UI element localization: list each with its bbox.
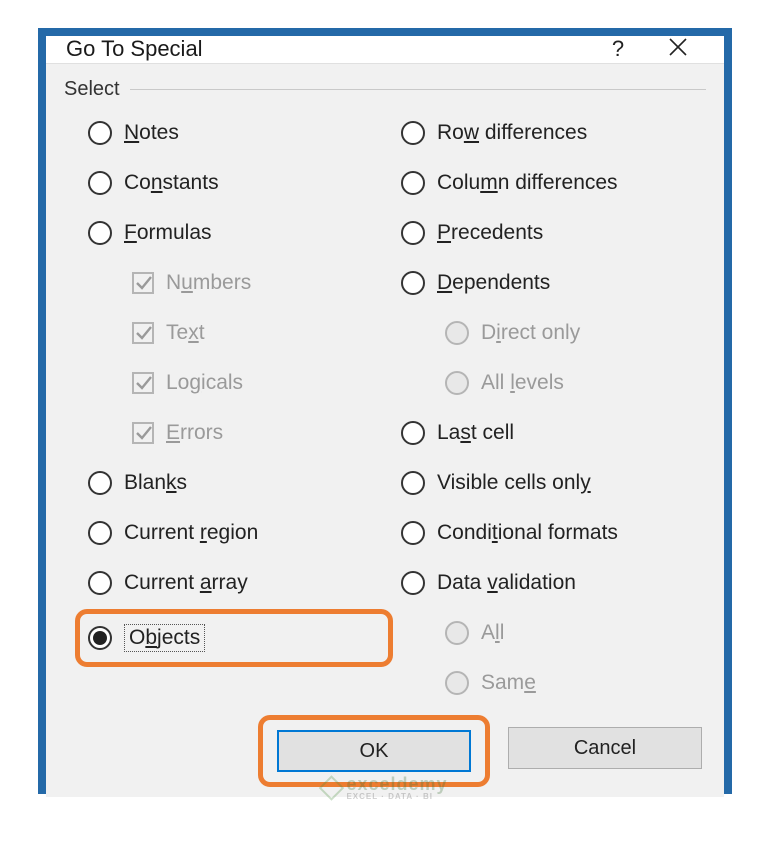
option-right-11: Same bbox=[401, 659, 706, 707]
option-left-9[interactable]: Current array bbox=[88, 559, 393, 607]
option-label: Last cell bbox=[437, 421, 514, 445]
radio-icon bbox=[88, 121, 112, 145]
dialog-content: Select Notes Constants Formulas Numbers Text… bbox=[46, 63, 724, 797]
option-left-1[interactable]: Constants bbox=[88, 159, 393, 207]
option-label: Objects bbox=[124, 624, 205, 652]
option-right-0[interactable]: Row differences bbox=[401, 109, 706, 157]
option-label: Column differences bbox=[437, 171, 618, 195]
radio-icon bbox=[401, 571, 425, 595]
option-label: Numbers bbox=[166, 271, 251, 295]
option-label: Logicals bbox=[166, 371, 243, 395]
watermark-subtext: EXCEL · DATA · BI bbox=[346, 792, 447, 801]
titlebar: Go To Special ? bbox=[46, 36, 724, 63]
checkbox-icon bbox=[132, 372, 154, 394]
option-label: Constants bbox=[124, 171, 219, 195]
radio-icon bbox=[401, 171, 425, 195]
option-right-10: All bbox=[401, 609, 706, 657]
option-label: Errors bbox=[166, 421, 223, 445]
option-left-7[interactable]: Blanks bbox=[88, 459, 393, 507]
ok-button[interactable]: OK bbox=[277, 730, 471, 772]
radio-icon bbox=[445, 671, 469, 695]
radio-icon bbox=[401, 221, 425, 245]
option-label: Direct only bbox=[481, 321, 580, 345]
option-left-10[interactable]: Objects bbox=[75, 609, 393, 667]
option-left-3: Numbers bbox=[88, 259, 393, 307]
option-right-7[interactable]: Visible cells only bbox=[401, 459, 706, 507]
option-left-8[interactable]: Current region bbox=[88, 509, 393, 557]
option-left-0[interactable]: Notes bbox=[88, 109, 393, 157]
options-column-right: Row differences Column differences Precede… bbox=[393, 109, 706, 707]
option-label: Conditional formats bbox=[437, 521, 618, 545]
option-right-9[interactable]: Data validation bbox=[401, 559, 706, 607]
cancel-button[interactable]: Cancel bbox=[508, 727, 702, 769]
option-label: All bbox=[481, 621, 504, 645]
ok-button-label: OK bbox=[360, 740, 389, 763]
radio-icon bbox=[88, 471, 112, 495]
group-header: Select bbox=[64, 78, 706, 101]
radio-icon bbox=[445, 371, 469, 395]
radio-icon bbox=[401, 471, 425, 495]
help-button[interactable]: ? bbox=[588, 36, 648, 62]
group-label: Select bbox=[64, 78, 130, 101]
dialog-title: Go To Special bbox=[66, 36, 588, 62]
option-right-2[interactable]: Precedents bbox=[401, 209, 706, 257]
radio-icon bbox=[401, 521, 425, 545]
radio-icon bbox=[401, 121, 425, 145]
option-label: Data validation bbox=[437, 571, 576, 595]
option-label: Current array bbox=[124, 571, 248, 595]
option-right-3[interactable]: Dependents bbox=[401, 259, 706, 307]
option-label: Notes bbox=[124, 121, 179, 145]
option-right-8[interactable]: Conditional formats bbox=[401, 509, 706, 557]
option-right-1[interactable]: Column differences bbox=[401, 159, 706, 207]
option-label: All levels bbox=[481, 371, 564, 395]
option-label: Text bbox=[166, 321, 205, 345]
ok-highlight: OK bbox=[258, 715, 490, 787]
option-right-6[interactable]: Last cell bbox=[401, 409, 706, 457]
option-label: Precedents bbox=[437, 221, 543, 245]
option-left-4: Text bbox=[88, 309, 393, 357]
radio-icon bbox=[445, 321, 469, 345]
option-label: Same bbox=[481, 671, 536, 695]
group-divider bbox=[130, 89, 706, 90]
radio-icon bbox=[88, 171, 112, 195]
checkbox-icon bbox=[132, 322, 154, 344]
radio-icon bbox=[401, 421, 425, 445]
option-label: Row differences bbox=[437, 121, 587, 145]
option-label: Dependents bbox=[437, 271, 550, 295]
dialog-frame: Go To Special ? Select Notes Constants For… bbox=[38, 28, 732, 794]
radio-icon bbox=[88, 626, 112, 650]
cancel-button-label: Cancel bbox=[574, 737, 636, 760]
checkbox-icon bbox=[132, 422, 154, 444]
option-label: Current region bbox=[124, 521, 258, 545]
checkbox-icon bbox=[132, 272, 154, 294]
radio-icon bbox=[88, 571, 112, 595]
option-left-6: Errors bbox=[88, 409, 393, 457]
radio-icon bbox=[88, 221, 112, 245]
button-row: OK Cancel bbox=[64, 707, 706, 781]
option-right-5: All levels bbox=[401, 359, 706, 407]
close-icon bbox=[668, 37, 688, 57]
option-left-5: Logicals bbox=[88, 359, 393, 407]
option-label: Blanks bbox=[124, 471, 187, 495]
option-right-4: Direct only bbox=[401, 309, 706, 357]
radio-icon bbox=[445, 621, 469, 645]
radio-icon bbox=[401, 271, 425, 295]
goto-special-dialog: Go To Special ? Select Notes Constants For… bbox=[46, 36, 724, 786]
radio-icon bbox=[88, 521, 112, 545]
close-button[interactable] bbox=[648, 37, 708, 62]
option-label: Visible cells only bbox=[437, 471, 591, 495]
option-label: Formulas bbox=[124, 221, 212, 245]
option-left-2[interactable]: Formulas bbox=[88, 209, 393, 257]
options-columns: Notes Constants Formulas Numbers Text Logical… bbox=[64, 109, 706, 707]
options-column-left: Notes Constants Formulas Numbers Text Logical… bbox=[64, 109, 393, 707]
